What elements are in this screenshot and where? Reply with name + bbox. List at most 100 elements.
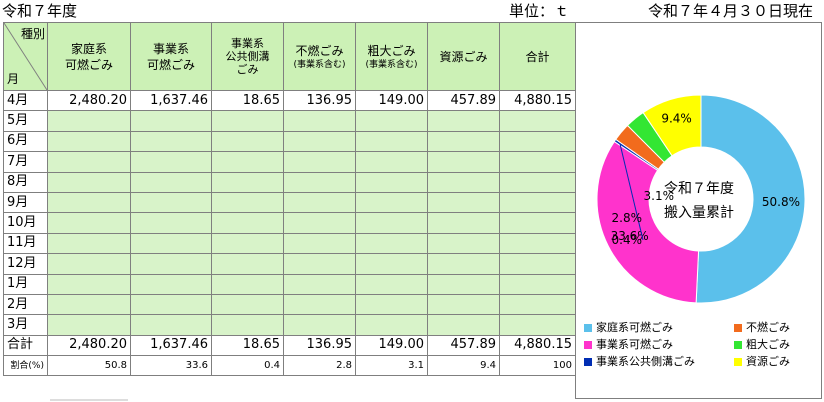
legend-label: 粗大ごみ [746, 338, 790, 351]
table-row: 6月 [3, 130, 576, 153]
table-cell: 149.00 [355, 89, 428, 112]
month-label: 9月 [3, 191, 48, 214]
legend-swatch [734, 340, 742, 349]
table-cell [130, 130, 212, 153]
legend-item: 事業系公共側溝ごみ [584, 355, 734, 368]
table-cell [499, 151, 576, 173]
table-cell [499, 110, 576, 132]
table-cell [499, 130, 576, 153]
table-row: 10月 [3, 212, 576, 234]
table-cell [283, 314, 356, 336]
table-row: 5月 [3, 110, 576, 132]
legend-swatch [734, 323, 742, 332]
table-cell [211, 212, 284, 234]
table-cell [355, 212, 428, 234]
table-cell: 457.89 [427, 89, 500, 112]
table-cell [499, 293, 576, 316]
table-row: 11月 [3, 232, 576, 255]
total-label: 合計 [3, 334, 48, 357]
ratio-cell: 100 [499, 355, 576, 377]
table-cell [283, 253, 356, 275]
data-label-3: 2.8% [612, 211, 643, 225]
table-cell [355, 273, 428, 295]
ratio-cell: 9.4 [427, 355, 500, 377]
table-cell [283, 212, 356, 234]
table-cell: 18.65 [211, 89, 284, 112]
table-cell [427, 110, 500, 132]
table-cell [283, 171, 356, 193]
col-recyclable: 資源ごみ [427, 22, 500, 91]
table-cell: 1,637.46 [130, 89, 212, 112]
col-nonburnable: 不燃ごみ (事業系含む) [283, 22, 356, 91]
ratio-cell: 33.6 [130, 355, 212, 377]
table-cell [130, 314, 212, 336]
month-label: 12月 [3, 253, 48, 275]
legend-swatch [584, 357, 592, 366]
total-row: 合計 2,480.20 1,637.46 18.65 136.95 149.00 457.8… [3, 334, 576, 357]
center-label-line1: 令和７年度 [664, 181, 734, 197]
table-cell [283, 232, 356, 255]
table-cell [47, 212, 131, 234]
total-cell: 457.89 [427, 334, 500, 357]
table-cell [211, 110, 284, 132]
table-cell [130, 191, 212, 214]
legend-item: 資源ごみ [734, 355, 816, 368]
table-cell [427, 314, 500, 336]
corner-month-label: 月 [7, 72, 20, 86]
table-cell [47, 314, 131, 336]
table-cell [47, 110, 131, 132]
table-cell [499, 253, 576, 275]
table-cell [427, 171, 500, 193]
table-cell [130, 232, 212, 255]
table-cell [283, 273, 356, 295]
table-cell [130, 110, 212, 132]
table-row: 7月 [3, 151, 576, 173]
month-label: 4月 [3, 89, 48, 112]
table-cell [130, 253, 212, 275]
table-cell: 2,480.20 [47, 89, 131, 112]
table-cell [47, 171, 131, 193]
col-household-burnable: 家庭系 可燃ごみ [47, 22, 131, 91]
data-label-2: 0.4% [612, 233, 643, 247]
table-cell [427, 212, 500, 234]
legend-label: 事業系可燃ごみ [596, 338, 673, 351]
table-cell [427, 232, 500, 255]
table-row: 12月 [3, 253, 576, 275]
table-cell [355, 314, 428, 336]
ratio-cell: 50.8 [47, 355, 131, 377]
table-cell [499, 232, 576, 255]
month-label: 5月 [3, 110, 48, 132]
table-cell [211, 293, 284, 316]
table-cell [427, 273, 500, 295]
table-cell [355, 171, 428, 193]
legend-item: 粗大ごみ [734, 338, 816, 351]
table-row: 4月 2,480.20 1,637.46 18.65 136.95 149.00 457.8… [3, 89, 576, 112]
legend-swatch [734, 357, 742, 366]
month-label: 3月 [3, 314, 48, 336]
ratio-label: 割合(%) [3, 355, 48, 377]
col-total: 合計 [499, 22, 576, 91]
table-cell [211, 232, 284, 255]
table-cell [499, 314, 576, 336]
data-label-5: 9.4% [661, 112, 692, 126]
month-label: 11月 [3, 232, 48, 255]
table-cell [427, 151, 500, 173]
page-title: 令和７年度 [2, 2, 78, 20]
table-cell [355, 151, 428, 173]
table-cell [427, 293, 500, 316]
total-cell: 149.00 [355, 334, 428, 357]
center-label-line2: 搬入量累計 [664, 205, 734, 221]
legend-item: 不燃ごみ [734, 321, 816, 334]
legend-swatch [584, 340, 592, 349]
table-cell [211, 151, 284, 173]
table-cell [130, 151, 212, 173]
total-cell: 1,637.46 [130, 334, 212, 357]
col-business-burnable: 事業系 可燃ごみ [130, 22, 212, 91]
total-cell: 2,480.20 [47, 334, 131, 357]
month-label: 6月 [3, 130, 48, 153]
table-cell: 4,880.15 [499, 89, 576, 112]
ratio-row: 割合(%) 50.8 33.6 0.4 2.8 3.1 9.4 100 [3, 355, 576, 377]
table-cell [283, 293, 356, 316]
table-cell [499, 191, 576, 214]
table-header-row: 種別 月 家庭系 可燃ごみ 事業系 可燃ごみ 事業系 公共側溝 ごみ 不燃ごみ (事業系含… [3, 22, 576, 91]
